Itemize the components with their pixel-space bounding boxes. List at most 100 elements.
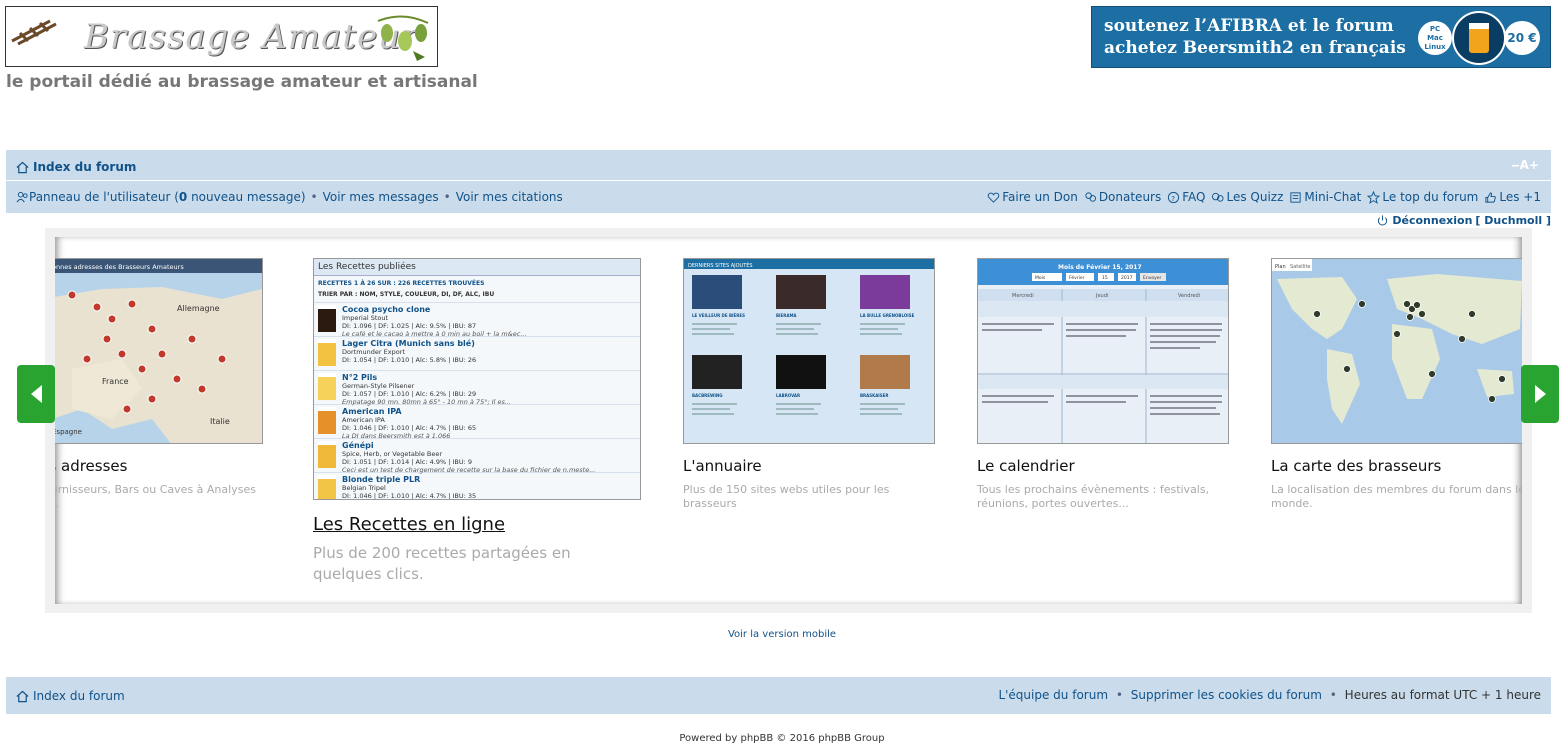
recipe-list: Cocoa psycho clone Imperial Stout DI: 1.09…: [314, 302, 640, 500]
home-icon: [16, 161, 29, 173]
navbar: Index du forum ‒A+ Panneau de l'utilisat…: [6, 150, 1551, 213]
footer-links: L'équipe du forum • Supprimer les cookie…: [998, 688, 1541, 702]
calendar-year-select: 2017: [1121, 275, 1133, 281]
my-messages-link[interactable]: Voir mes messages: [323, 190, 439, 204]
recipe-stats: DI: 1.046 | DF: 1.010 | Alc: 4.7% | IBU:…: [342, 492, 477, 500]
platform-pc: PC: [1429, 25, 1441, 33]
carousel-next-button[interactable]: [1521, 365, 1559, 423]
calendar-thumbnail[interactable]: Mois de Février 15, 2017 Mois Février 15…: [977, 258, 1229, 444]
carousel-stage: onnes adresses des Brasseurs Amateurs Al…: [55, 237, 1522, 604]
platforms-badge: PC Mac Linux: [1418, 21, 1452, 55]
logo-wordmark: Brassage Amateur: [84, 17, 419, 57]
top-forum-link[interactable]: Le top du forum: [1367, 190, 1478, 204]
donate-link[interactable]: Faire un Don: [987, 190, 1078, 204]
map-tab-satellite: Satellite: [1290, 264, 1310, 270]
recipe-row[interactable]: Génépi Spice, Herb, or Vegetable Beer DI: …: [314, 438, 640, 474]
recipes-thumbnail[interactable]: Les Recettes publiées RECETTES 1 À 26 SU…: [313, 258, 641, 500]
recipe-stats: DI: 1.051 | DF: 1.014 | Alc: 4.9% | IBU:…: [342, 458, 472, 466]
carousel-prev-button[interactable]: [17, 365, 55, 423]
card-title[interactable]: L'annuaire: [683, 457, 945, 475]
card-description: Plus de 150 sites webs utiles pour les b…: [683, 483, 890, 510]
carousel-card-recipes[interactable]: Les Recettes publiées RECETTES 1 À 26 SU…: [313, 258, 643, 585]
recipe-row[interactable]: Cocoa psycho clone Imperial Stout DI: 1.09…: [314, 302, 640, 338]
separator: •: [1115, 688, 1123, 702]
card-title[interactable]: Les Recettes en ligne: [313, 514, 643, 535]
donors-link[interactable]: Donateurs: [1084, 190, 1161, 204]
ad-line-2: achetez Beersmith2 en français: [1104, 38, 1406, 58]
addresses-map-thumbnail[interactable]: onnes adresses des Brasseurs Amateurs Al…: [55, 258, 263, 444]
card-title[interactable]: onnes adresses: [55, 457, 273, 475]
recipe-row[interactable]: N°2 Pils German-Style Pilsener DI: 1.057 |…: [314, 370, 640, 406]
faq-link[interactable]: ? FAQ: [1167, 190, 1205, 204]
recipe-style: Imperial Stout: [342, 314, 389, 322]
directory-caption: DERNIERS SITES AJOUTÉS: [688, 261, 753, 269]
footer-index-link[interactable]: Index du forum: [33, 689, 125, 703]
quiz-link[interactable]: Les Quizz: [1211, 190, 1283, 204]
mini-chat-link[interactable]: Mini-Chat: [1289, 190, 1361, 204]
beer-glass-icon: [318, 475, 336, 499]
plus-one-link[interactable]: Les +1: [1484, 190, 1541, 204]
addresses-map-caption: onnes adresses des Brasseurs Amateurs: [55, 263, 184, 271]
user-links: Panneau de l'utilisateur (0 nouveau mess…: [16, 190, 563, 204]
calendar-submit: Envoyer: [1143, 275, 1162, 281]
power-icon: [1378, 215, 1388, 226]
carousel-card-directory[interactable]: DERNIERS SITES AJOUTÉS LE VEILLEUR DE BI…: [683, 258, 945, 511]
beer-glass-icon: [318, 373, 336, 400]
recipe-row[interactable]: Blonde triple PLR Belgian Tripel DI: 1.046…: [314, 472, 640, 500]
top-forum-label: Le top du forum: [1382, 190, 1479, 204]
recipe-row[interactable]: American IPA American IPA DI: 1.046 | DF: …: [314, 404, 640, 440]
breadcrumb-index-link[interactable]: Index du forum: [33, 160, 136, 174]
arrow-left-icon: [30, 385, 42, 403]
recipe-name[interactable]: Génépi: [342, 441, 595, 450]
user-panel-link[interactable]: Panneau de l'utilisateur (0 nouveau mess…: [29, 190, 306, 204]
recipe-info: American IPA American IPA DI: 1.046 | DF: …: [342, 407, 476, 440]
font-size-control[interactable]: ‒A+: [1511, 158, 1539, 172]
breadcrumb[interactable]: Index du forum: [16, 160, 136, 174]
calendar-day-header: Vendredi: [1178, 293, 1200, 299]
recipe-name[interactable]: Blonde triple PLR: [342, 475, 476, 484]
carousel-card-brewers-map[interactable]: Plan Satellite La carte des brasseurs La…: [1271, 258, 1522, 511]
beer-glass-icon: [318, 339, 336, 366]
mobile-version-link[interactable]: Voir la version mobile: [0, 629, 1564, 640]
map-label-spain: Espagne: [55, 428, 82, 436]
powered-by: Powered by phpBB © 2016 phpBB Group: [679, 733, 885, 744]
calendar-graphic: Mois de Février 15, 2017 Mois Février 15…: [978, 259, 1228, 443]
my-quotes-link[interactable]: Voir mes citations: [456, 190, 563, 204]
carousel-card-addresses[interactable]: onnes adresses des Brasseurs Amateurs Al…: [55, 258, 273, 511]
recipe-name[interactable]: Lager Citra (Munich sans blé): [342, 339, 476, 348]
beersmith-ad-banner[interactable]: soutenez l’AFIBRA et le forum achetez Be…: [1091, 6, 1551, 68]
directory-thumbnail[interactable]: DERNIERS SITES AJOUTÉS LE VEILLEUR DE BI…: [683, 258, 935, 444]
navbar-bottom-row: Panneau de l'utilisateur (0 nouveau mess…: [6, 181, 1551, 213]
card-description: Tous les prochains évènements : festival…: [977, 483, 1210, 510]
arrow-right-icon: [1534, 385, 1546, 403]
separator: •: [310, 190, 318, 204]
directory-graphic: DERNIERS SITES AJOUTÉS LE VEILLEUR DE BI…: [684, 259, 934, 415]
card-title[interactable]: Le calendrier: [977, 457, 1239, 475]
delete-cookies-link[interactable]: Supprimer les cookies du forum: [1131, 688, 1322, 702]
logout-link[interactable]: Déconnexion [ Duchmoll ]: [1376, 214, 1551, 227]
recipe-style: American IPA: [342, 416, 385, 424]
faq-label: FAQ: [1182, 190, 1206, 204]
home-icon: [16, 690, 29, 702]
card-title[interactable]: La carte des brasseurs: [1271, 457, 1522, 475]
site-logo[interactable]: Brassage Amateur: [5, 6, 438, 67]
footer-breadcrumb[interactable]: Index du forum: [16, 689, 125, 703]
recipe-note: La DI dans Beersmith est à 1.066: [342, 432, 451, 440]
carousel-card-calendar[interactable]: Mois de Février 15, 2017 Mois Février 15…: [977, 258, 1239, 511]
recipe-stats: DI: 1.054 | DF: 1.010 | Alc: 5.8% | IBU:…: [342, 356, 477, 364]
ad-line-1: soutenez l’AFIBRA et le forum: [1104, 16, 1394, 36]
recipe-name[interactable]: N°2 Pils: [342, 373, 511, 382]
world-map-thumbnail[interactable]: Plan Satellite: [1271, 258, 1522, 444]
calendar-caption: Mois de Février 15, 2017: [1058, 264, 1142, 271]
user-panel-prefix: Panneau de l'utilisateur (: [29, 190, 179, 204]
quiz-icon: [1212, 192, 1225, 202]
directory-entry: BACBREWING: [692, 393, 722, 398]
recipe-name[interactable]: Cocoa psycho clone: [342, 305, 527, 314]
team-link[interactable]: L'équipe du forum: [998, 688, 1108, 702]
map-tab-plan: Plan: [1275, 264, 1286, 270]
recipe-row[interactable]: Lager Citra (Munich sans blé) Dortmunder …: [314, 336, 640, 370]
recipe-name[interactable]: American IPA: [342, 407, 476, 416]
calendar-day-select: 15: [1102, 275, 1108, 281]
recipe-stats: DI: 1.096 | DF: 1.025 | Alc: 9.5% | IBU:…: [342, 322, 477, 330]
recipe-stats: DI: 1.057 | DF: 1.010 | Alc: 6.2% | IBU:…: [342, 390, 477, 398]
